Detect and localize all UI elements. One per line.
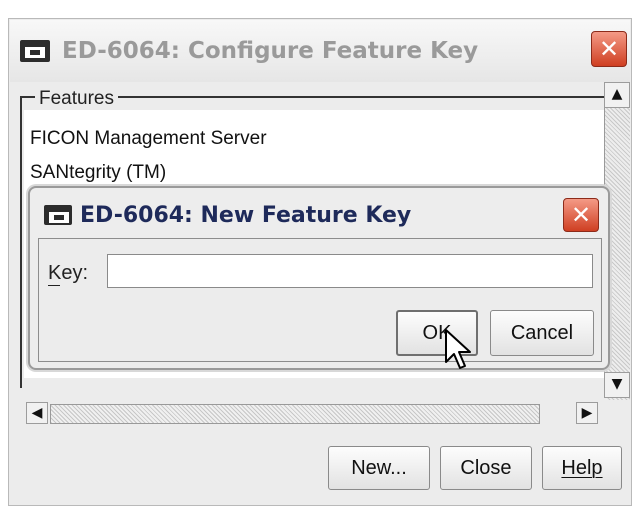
mouse-pointer-icon: [445, 329, 471, 369]
close-icon: ✕: [598, 35, 620, 63]
cancel-button[interactable]: Cancel: [490, 310, 594, 356]
scroll-down-button[interactable]: ▼: [604, 372, 630, 398]
arrow-right-icon: ▶: [581, 405, 593, 421]
help-button[interactable]: Help: [542, 446, 622, 490]
window-app-icon: [20, 40, 50, 62]
help-button-label: Help: [561, 457, 603, 479]
scroll-up-button[interactable]: ▲: [604, 82, 630, 108]
key-mnemonic-underline: [48, 285, 60, 286]
dialog-app-icon: [44, 205, 72, 225]
dialog-title: ED-6064: New Feature Key: [80, 203, 412, 228]
key-input[interactable]: [107, 254, 593, 288]
key-label: Key:: [48, 262, 89, 284]
scroll-right-button[interactable]: ▶: [576, 402, 598, 424]
horizontal-scroll-thumb[interactable]: [50, 404, 540, 424]
scroll-left-button[interactable]: ◀: [26, 402, 48, 424]
new-button[interactable]: New...: [328, 446, 430, 490]
dialog-close-button[interactable]: ✕: [563, 198, 599, 232]
arrow-down-icon: ▼: [611, 376, 623, 392]
main-window-title: ED-6064: Configure Feature Key: [62, 38, 479, 64]
features-group-label: Features: [35, 88, 118, 110]
arrow-up-icon: ▲: [611, 86, 623, 102]
close-button[interactable]: Close: [440, 446, 532, 490]
main-window-close-button[interactable]: ✕: [591, 31, 627, 67]
close-icon: ✕: [570, 201, 592, 229]
arrow-left-icon: ◀: [31, 405, 43, 421]
